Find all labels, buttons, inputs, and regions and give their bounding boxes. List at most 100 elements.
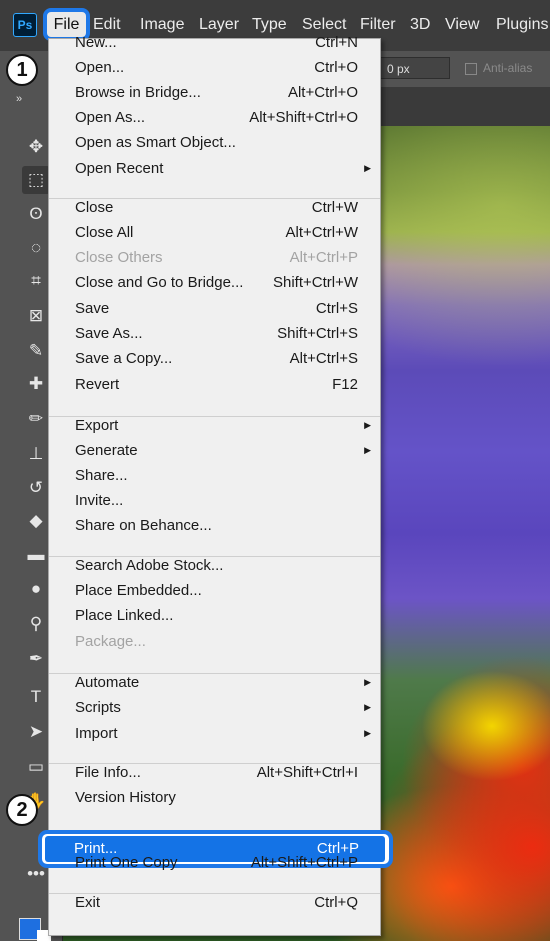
menu-item-open-as[interactable]: Open As... Alt+Shift+Ctrl+O <box>49 105 380 130</box>
eraser-tool-icon[interactable]: ◆ <box>22 507 50 535</box>
clone-stamp-tool-icon[interactable]: ⊥ <box>22 440 50 468</box>
menu-item-label: Place Embedded... <box>75 582 202 599</box>
history-brush-tool-icon[interactable]: ↺ <box>22 474 50 502</box>
menu-item-label: Import <box>75 725 118 742</box>
menu-item-place-embedded[interactable]: Place Embedded... <box>49 578 380 603</box>
menu-item-open-recent[interactable]: Open Recent ▶ <box>49 156 380 181</box>
menu-item-generate[interactable]: Generate ▶ <box>49 438 380 463</box>
menu-item-shortcut: Alt+Shift+Ctrl+O <box>249 109 358 126</box>
quick-selection-tool-icon[interactable]: ◌ <box>22 234 50 262</box>
menu-item-label: Share... <box>75 467 128 484</box>
feather-input[interactable]: 0 px <box>380 57 450 79</box>
gradient-tool-icon[interactable]: ▬ <box>22 541 50 569</box>
menu-item-place-linked[interactable]: Place Linked... <box>49 603 380 628</box>
menu-item-invite[interactable]: Invite... <box>49 488 380 513</box>
submenu-arrow-icon: ▶ <box>364 163 371 173</box>
menu-item-label: Save a Copy... <box>75 350 173 367</box>
eyedropper-tool-icon[interactable]: ✎ <box>22 337 50 365</box>
menu-plugins[interactable]: Plugins <box>496 13 548 37</box>
menu-item-close-and-go-to-bridge[interactable]: Close and Go to Bridge... Shift+Ctrl+W <box>49 270 380 295</box>
menu-item-close-others: Close Others Alt+Ctrl+P <box>49 245 380 270</box>
step-1-callout: 1 <box>6 54 38 86</box>
submenu-arrow-icon: ▶ <box>364 702 371 712</box>
menu-item-shortcut: Shift+Ctrl+W <box>272 274 358 291</box>
menu-item-shortcut: Alt+Shift+Ctrl+P <box>250 854 358 871</box>
menu-item-label: New... <box>75 34 117 51</box>
step-1-number: 1 <box>16 59 28 81</box>
menu-item-label: Generate <box>75 442 138 459</box>
menu-separator <box>49 556 380 557</box>
menu-item-shortcut: Alt+Ctrl+W <box>285 224 358 241</box>
dodge-tool-icon[interactable]: ⚲ <box>22 610 50 638</box>
lasso-tool-icon[interactable]: ʘ <box>22 200 50 228</box>
collapse-panel-icon[interactable]: » <box>16 93 22 105</box>
menu-item-label: Open Recent <box>75 160 164 177</box>
submenu-arrow-icon: ▶ <box>364 728 371 738</box>
move-tool-icon[interactable]: ✥ <box>22 133 50 161</box>
menu-item-save[interactable]: Save Ctrl+S <box>49 296 380 321</box>
menu-item-shortcut: Alt+Ctrl+O <box>287 84 358 101</box>
menu-item-open[interactable]: Open... Ctrl+O <box>49 55 380 80</box>
menu-item-shortcut: Alt+Ctrl+S <box>289 350 358 367</box>
brush-tool-icon[interactable]: ✏ <box>22 405 50 433</box>
step-2-number: 2 <box>16 799 28 821</box>
menu-item-version-history[interactable]: Version History <box>49 785 380 810</box>
menu-item-import[interactable]: Import ▶ <box>49 721 380 746</box>
menu-item-scripts[interactable]: Scripts ▶ <box>49 695 380 720</box>
menu-item-package: Package... <box>49 629 380 654</box>
menu-item-share-on-behance[interactable]: Share on Behance... <box>49 513 380 538</box>
menu-item-shortcut: Ctrl+N <box>315 34 358 51</box>
menu-item-browse-in-bridge[interactable]: Browse in Bridge... Alt+Ctrl+O <box>49 80 380 105</box>
menu-item-label: Print One Copy <box>75 854 178 871</box>
crop-tool-icon[interactable]: ⌗ <box>22 267 50 295</box>
menu-item-open-as-smart-object[interactable]: Open as Smart Object... <box>49 130 380 155</box>
menu-item-shortcut: Alt+Ctrl+P <box>289 249 358 266</box>
blur-tool-icon[interactable]: ● <box>22 575 50 603</box>
menu-view[interactable]: View <box>445 13 479 37</box>
menu-item-label: Browse in Bridge... <box>75 84 201 101</box>
menu-item-label: Open as Smart Object... <box>75 134 236 151</box>
frame-tool-icon[interactable]: ⊠ <box>22 302 50 330</box>
menu-item-label: Share on Behance... <box>75 517 212 534</box>
menu-item-shortcut: Ctrl+S <box>315 300 358 317</box>
menu-separator <box>49 673 380 674</box>
menu-item-revert[interactable]: Revert F12 <box>49 372 380 397</box>
menu-item-shortcut: Ctrl+O <box>314 59 358 76</box>
menu-item-label: Invite... <box>75 492 124 509</box>
menu-separator <box>49 893 380 894</box>
menu-3d[interactable]: 3D <box>410 13 430 37</box>
menu-item-label: Close and Go to Bridge... <box>75 274 244 291</box>
menu-item-close-all[interactable]: Close All Alt+Ctrl+W <box>49 220 380 245</box>
menu-item-save-as[interactable]: Save As... Shift+Ctrl+S <box>49 321 380 346</box>
menu-item-save-a-copy[interactable]: Save a Copy... Alt+Ctrl+S <box>49 346 380 371</box>
submenu-arrow-icon: ▶ <box>364 445 371 455</box>
menu-item-label: Open... <box>75 59 125 76</box>
menu-separator <box>49 198 380 199</box>
menu-item-share[interactable]: Share... <box>49 463 380 488</box>
menu-item-label: Revert <box>75 376 120 393</box>
antialias-label: Anti-alias <box>483 61 533 75</box>
menu-item-label: Place Linked... <box>75 607 174 624</box>
path-selection-tool-icon[interactable]: ➤ <box>22 718 50 746</box>
menu-item-label: Version History <box>75 789 176 806</box>
menu-item-print-one-copy[interactable]: Print One Copy Alt+Shift+Ctrl+P <box>49 850 380 875</box>
pen-tool-icon[interactable]: ✒ <box>22 645 50 673</box>
rectangle-tool-icon[interactable]: ▭ <box>22 753 50 781</box>
menu-item-shortcut: Shift+Ctrl+S <box>277 325 358 342</box>
step-2-callout: 2 <box>6 794 38 826</box>
antialias-checkbox[interactable] <box>465 63 477 75</box>
menu-item-shortcut: F12 <box>332 376 358 393</box>
menu-item-label: Package... <box>75 633 146 650</box>
menu-item-label: Save <box>75 300 110 317</box>
menu-item-new[interactable]: New... Ctrl+N <box>49 30 380 55</box>
menu-item-label: Open As... <box>75 109 146 126</box>
photoshop-logo-icon: Ps <box>13 13 37 37</box>
menu-item-label: Close Others <box>75 249 163 266</box>
menu-item-label: Scripts <box>75 699 121 716</box>
healing-brush-tool-icon[interactable]: ✚ <box>22 370 50 398</box>
menu-item-label: Close All <box>75 224 134 241</box>
type-tool-icon[interactable]: T <box>22 683 50 711</box>
menu-separator <box>49 416 380 417</box>
menu-separator <box>49 763 380 764</box>
marquee-tool-icon[interactable]: ⬚ <box>22 166 50 194</box>
